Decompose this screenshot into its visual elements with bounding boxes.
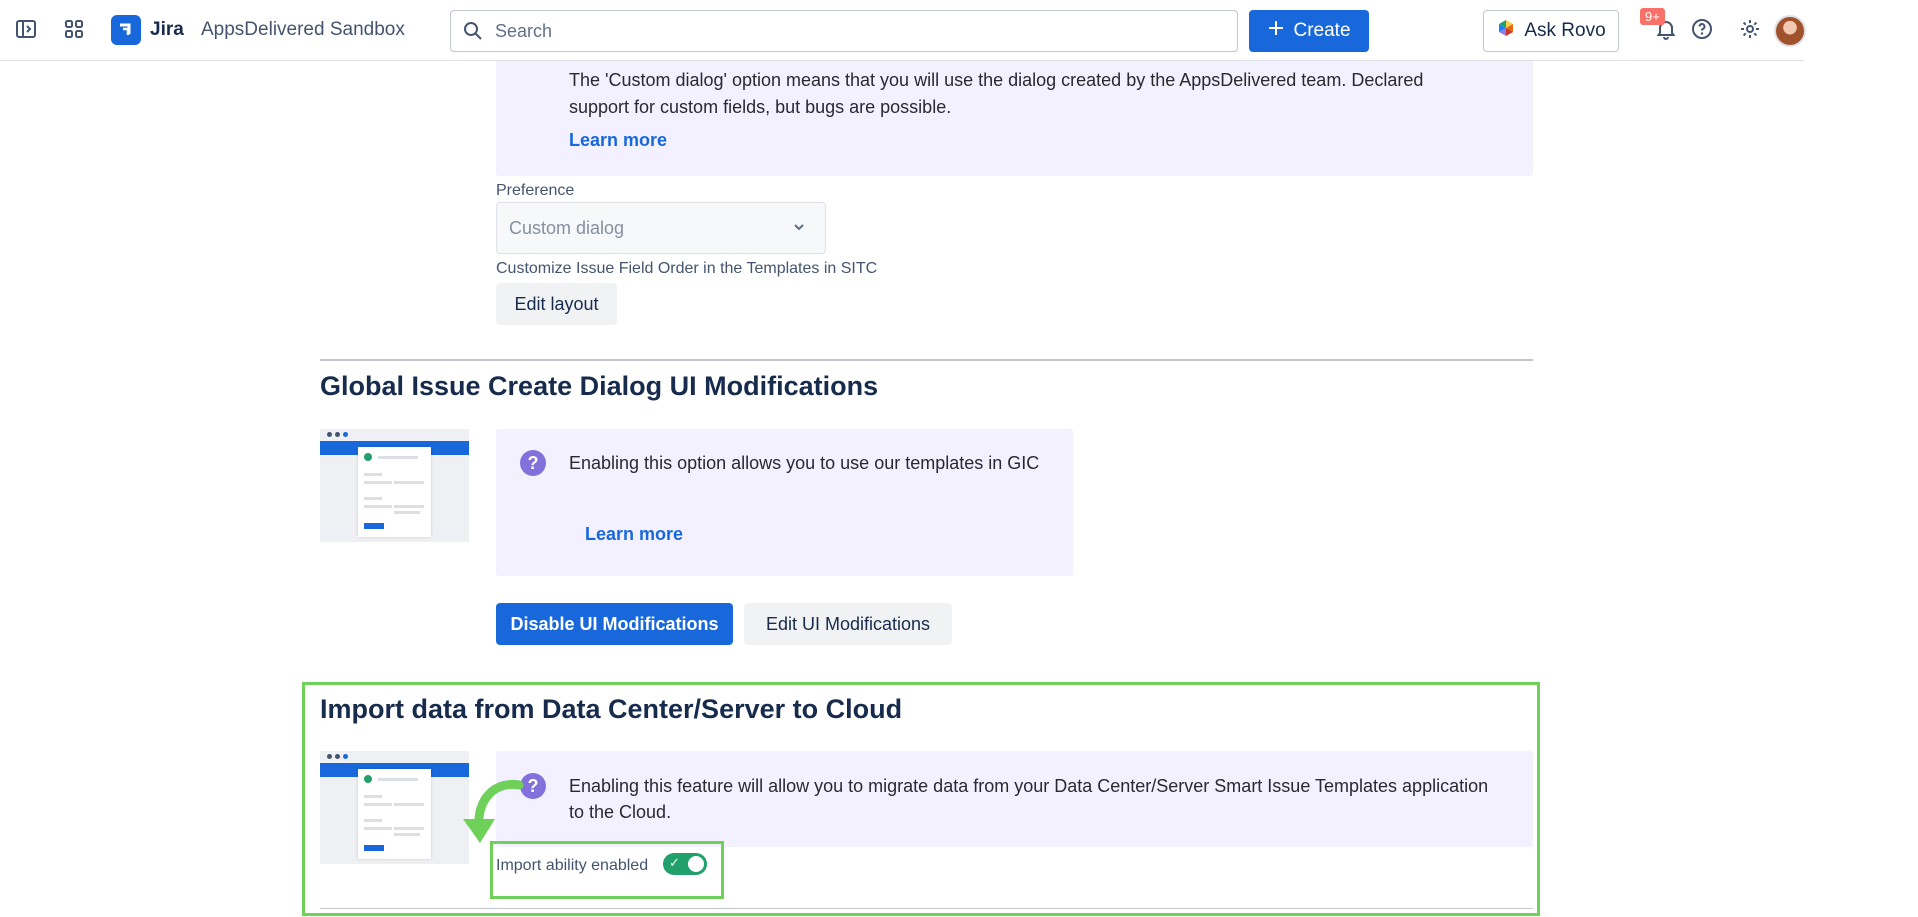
edit-layout-button[interactable]: Edit layout bbox=[496, 283, 617, 325]
jira-logo-icon[interactable] bbox=[111, 15, 141, 45]
ask-rovo-label: Ask Rovo bbox=[1524, 20, 1606, 41]
toggle-knob bbox=[688, 856, 704, 872]
import-note: ? Enabling this feature will allow you t… bbox=[496, 751, 1533, 847]
site-name[interactable]: AppsDelivered Sandbox bbox=[201, 19, 405, 41]
gic-preview-image bbox=[320, 429, 469, 542]
check-icon: ✓ bbox=[669, 855, 680, 870]
preference-select[interactable]: Custom dialog bbox=[496, 202, 826, 254]
search-icon bbox=[463, 21, 483, 46]
gic-section-title: Global Issue Create Dialog UI Modificati… bbox=[320, 371, 879, 401]
rovo-icon bbox=[1496, 18, 1516, 44]
question-icon: ? bbox=[520, 450, 546, 476]
gic-note-text: Enabling this option allows you to use o… bbox=[569, 453, 1040, 473]
create-button-label: Create bbox=[1293, 20, 1351, 41]
gic-learn-more-link[interactable]: Learn more bbox=[585, 524, 683, 545]
custom-dialog-learn-more-link[interactable]: Learn more bbox=[569, 130, 667, 151]
disable-ui-modifications-button[interactable]: Disable UI Modifications bbox=[496, 603, 733, 645]
help-icon[interactable] bbox=[1689, 16, 1715, 42]
import-note-text: Enabling this feature will allow you to … bbox=[569, 776, 1489, 822]
user-avatar[interactable] bbox=[1774, 15, 1806, 47]
import-toggle-label: Import ability enabled bbox=[496, 857, 649, 874]
gic-note: ? Enabling this option allows you to use… bbox=[496, 429, 1073, 576]
custom-dialog-note: The 'Custom dialog' option means that yo… bbox=[496, 61, 1533, 176]
top-navigation: Jira AppsDelivered Sandbox Create Ask Ro… bbox=[0, 0, 1806, 61]
edit-ui-modifications-button[interactable]: Edit UI Modifications bbox=[744, 603, 952, 645]
section-divider bbox=[320, 359, 1533, 361]
section-divider-bottom bbox=[320, 908, 1533, 909]
settings-gear-icon[interactable] bbox=[1737, 16, 1763, 42]
custom-dialog-note-text: The 'Custom dialog' option means that yo… bbox=[569, 70, 1424, 117]
chevron-down-icon bbox=[791, 219, 807, 240]
app-switcher-icon[interactable] bbox=[61, 16, 87, 42]
create-button[interactable]: Create bbox=[1249, 10, 1369, 52]
preference-selected-value: Custom dialog bbox=[509, 218, 625, 238]
import-ability-toggle[interactable]: ✓ bbox=[663, 853, 707, 875]
field-order-label: Customize Issue Field Order in the Templ… bbox=[496, 260, 878, 277]
green-arrow-icon bbox=[463, 779, 524, 843]
app-name[interactable]: Jira bbox=[150, 19, 184, 41]
notifications-badge: 9+ bbox=[1640, 8, 1665, 25]
plus-icon bbox=[1267, 19, 1285, 43]
search-input[interactable] bbox=[495, 11, 1195, 51]
preference-label: Preference bbox=[496, 182, 575, 199]
ask-rovo-button[interactable]: Ask Rovo bbox=[1483, 10, 1619, 52]
import-section-title: Import data from Data Center/Server to C… bbox=[320, 694, 903, 724]
sidebar-toggle-icon[interactable] bbox=[13, 16, 39, 42]
import-preview-image bbox=[320, 751, 469, 864]
search-field[interactable] bbox=[450, 10, 1238, 52]
